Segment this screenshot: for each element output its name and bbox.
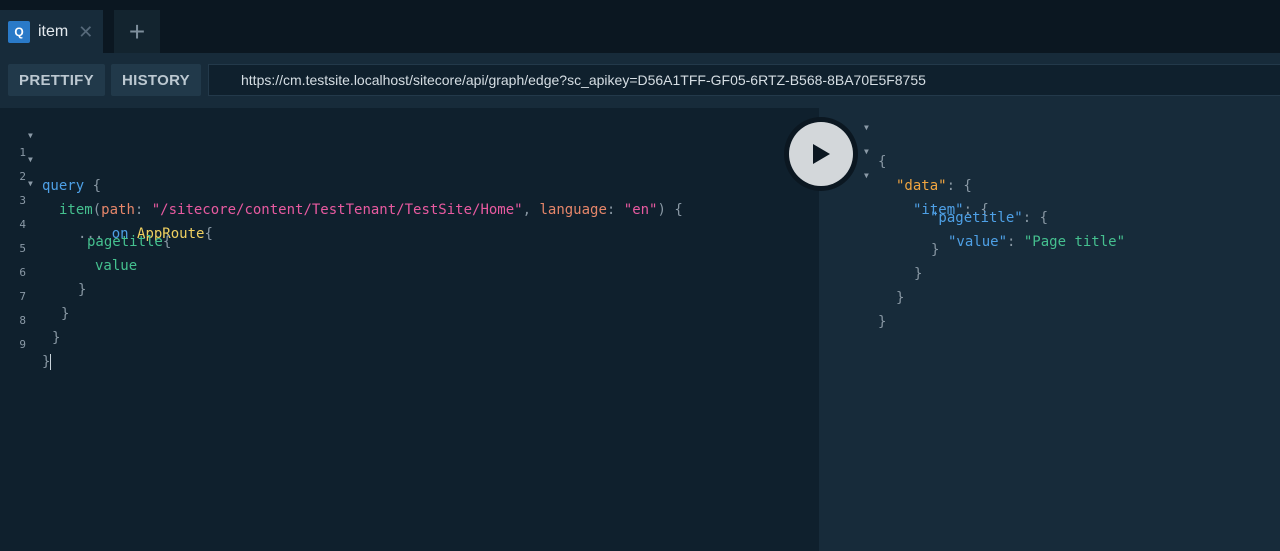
fold-arrow-icon[interactable]: ▼: [864, 147, 869, 156]
fold-arrow-icon[interactable]: ▼: [864, 171, 869, 180]
endpoint-url-input[interactable]: https://cm.testsite.localhost/sitecore/a…: [208, 64, 1280, 96]
result-panel: ▼ { ▼ "data": { ▼ "item": { "pagetitle":…: [819, 108, 1280, 551]
history-button[interactable]: HISTORY: [111, 64, 201, 96]
field-name: pagetitle: [87, 234, 163, 250]
close-icon[interactable]: ✕: [78, 23, 93, 41]
brace: }: [78, 282, 87, 298]
editor-line: 9 }: [0, 322, 52, 370]
editor-line: 2 ▼ item(path: "/sitecore/content/TestTe…: [0, 154, 682, 218]
play-icon: [813, 144, 830, 164]
query-editor[interactable]: 1 ▼ query { 2 ▼ item(path: "/sitecore/co…: [0, 108, 819, 551]
field-name: value: [95, 258, 138, 274]
brace: {: [204, 226, 213, 242]
brace: : {: [946, 178, 972, 194]
tab-item[interactable]: Q item ✕: [0, 10, 103, 53]
text-cursor: [50, 354, 52, 370]
line-number: 9: [19, 338, 26, 351]
query-keyword: query: [42, 178, 85, 194]
execute-query-button[interactable]: [784, 117, 858, 191]
editor-line: 7 }: [0, 274, 69, 322]
string-value: "en": [623, 202, 658, 218]
tab-bar: Q item ✕ +: [0, 0, 1280, 53]
brace: }: [931, 242, 940, 258]
run-button-face[interactable]: [789, 122, 853, 186]
editor-line: 3 ▼ ... on AppRoute{: [0, 178, 213, 242]
prettify-button[interactable]: PRETTIFY: [8, 64, 105, 96]
brace: }: [878, 314, 887, 330]
colon: :: [134, 202, 152, 218]
result-line: "value": "Page title": [819, 218, 1125, 250]
fold-arrow-icon[interactable]: ▼: [864, 123, 869, 132]
add-tab-button[interactable]: +: [114, 10, 160, 53]
editor-line: 1 ▼ query {: [0, 130, 101, 194]
brace: }: [896, 290, 905, 306]
result-line: "pagetitle": {: [819, 194, 1048, 226]
brace: }: [42, 354, 51, 370]
brace: }: [914, 266, 923, 282]
query-badge-icon: Q: [8, 20, 30, 43]
colon: :: [1007, 234, 1024, 250]
json-key: "data": [896, 178, 947, 194]
editor-line: 5 value: [0, 226, 137, 274]
argument-name: path: [101, 202, 135, 218]
brace: {: [162, 234, 172, 250]
brace: }: [52, 330, 61, 346]
paren: (: [92, 202, 102, 218]
fold-arrow-icon[interactable]: ▼: [28, 131, 33, 140]
toolbar: PRETTIFY HISTORY https://cm.testsite.loc…: [0, 53, 1280, 108]
editor-line: 6 }: [0, 250, 86, 298]
brace: : {: [1022, 210, 1049, 226]
brace: }: [61, 306, 70, 322]
editor-line: 8 }: [0, 298, 60, 346]
colon: :: [606, 202, 624, 218]
fold-arrow-icon[interactable]: ▼: [28, 179, 33, 188]
string-value: "/sitecore/content/TestTenant/TestSite/H…: [151, 202, 523, 218]
brace: {: [84, 178, 102, 194]
brace: {: [878, 154, 887, 170]
json-key: "pagetitle": [930, 210, 1023, 226]
fold-arrow-icon[interactable]: ▼: [28, 155, 33, 164]
json-string-value: "Page title": [1023, 234, 1126, 250]
paren: ) {: [657, 202, 683, 218]
editor-line: 4 pagetitle{: [0, 202, 171, 250]
field-name: item: [59, 202, 93, 218]
comma: ,: [522, 202, 540, 218]
tab-label: item: [38, 22, 69, 40]
argument-name: language: [539, 202, 607, 218]
json-key: "value": [948, 234, 1008, 250]
